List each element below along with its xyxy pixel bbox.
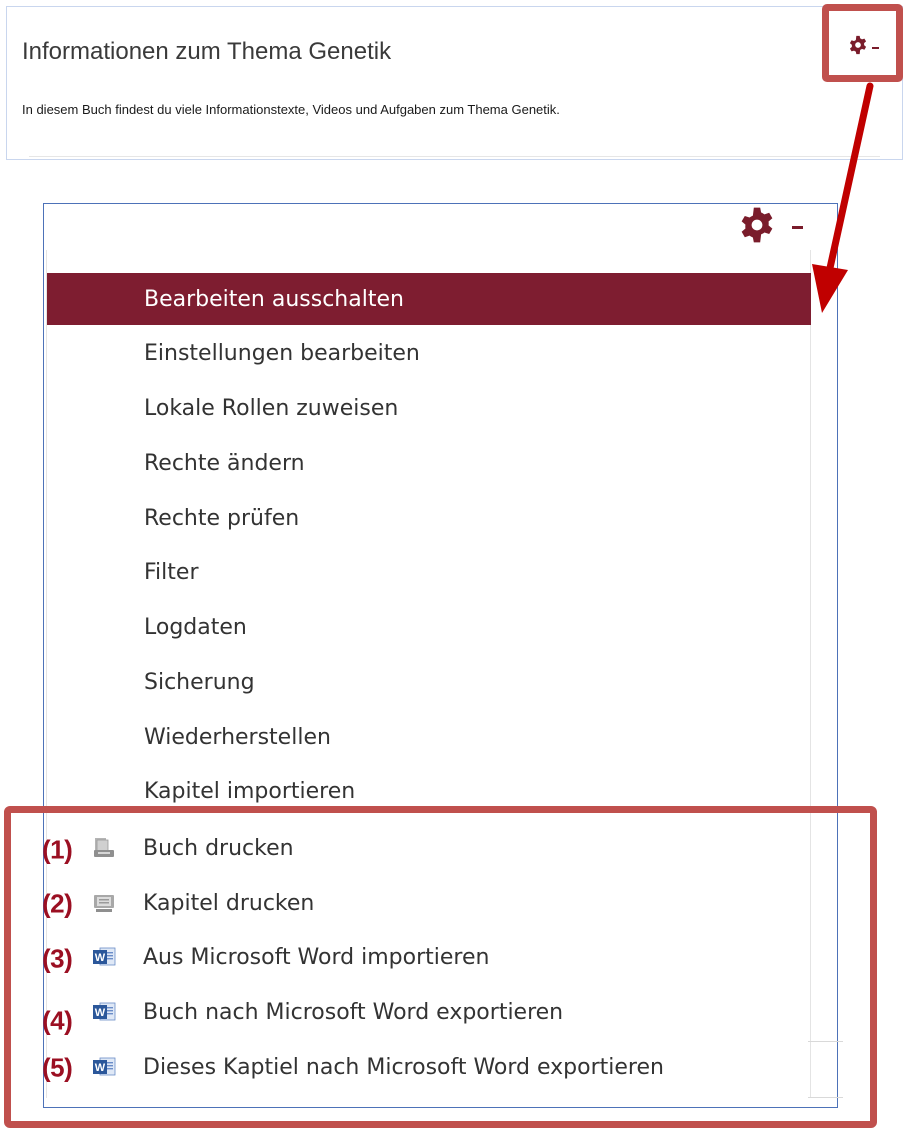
menu-item-label: Bearbeiten ausschalten	[144, 286, 404, 312]
menu-item-label: Kapitel importieren	[144, 778, 356, 804]
menu-item-label: Wiederherstellen	[144, 724, 331, 750]
menu-item-label: Sicherung	[144, 669, 255, 695]
menu-item-filter[interactable]: Filter	[47, 546, 810, 598]
header-divider	[29, 156, 880, 157]
gear-icon	[741, 207, 773, 243]
menu-item-label: Rechte ändern	[144, 450, 305, 476]
menu-item-bearbeiten-ausschalten[interactable]: Bearbeiten ausschalten	[47, 273, 811, 325]
export-options-highlight-box	[4, 806, 877, 1128]
page-title: Informationen zum Thema Genetik	[22, 38, 392, 65]
menu-item-label: Einstellungen bearbeiten	[144, 340, 420, 366]
menu-item-sicherung[interactable]: Sicherung	[47, 656, 810, 708]
menu-item-logdaten[interactable]: Logdaten	[47, 601, 810, 653]
menu-item-rechte-pruefen[interactable]: Rechte prüfen	[47, 492, 810, 544]
menu-item-einstellungen-bearbeiten[interactable]: Einstellungen bearbeiten	[47, 327, 810, 379]
course-header-card	[6, 6, 903, 160]
menu-item-label: Rechte prüfen	[144, 505, 300, 531]
menu-item-rechte-aendern[interactable]: Rechte ändern	[47, 437, 810, 489]
menu-item-label: Logdaten	[144, 614, 247, 640]
settings-menu-toggle[interactable]	[738, 207, 818, 243]
menu-item-label: Filter	[144, 559, 199, 585]
gear-highlight-box	[822, 4, 903, 82]
menu-item-wiederherstellen[interactable]: Wiederherstellen	[47, 711, 810, 763]
menu-item-label: Lokale Rollen zuweisen	[144, 395, 399, 421]
menu-item-lokale-rollen-zuweisen[interactable]: Lokale Rollen zuweisen	[47, 382, 810, 434]
page-description: In diesem Buch findest du viele Informat…	[22, 102, 560, 117]
caret-down-icon	[792, 225, 803, 229]
